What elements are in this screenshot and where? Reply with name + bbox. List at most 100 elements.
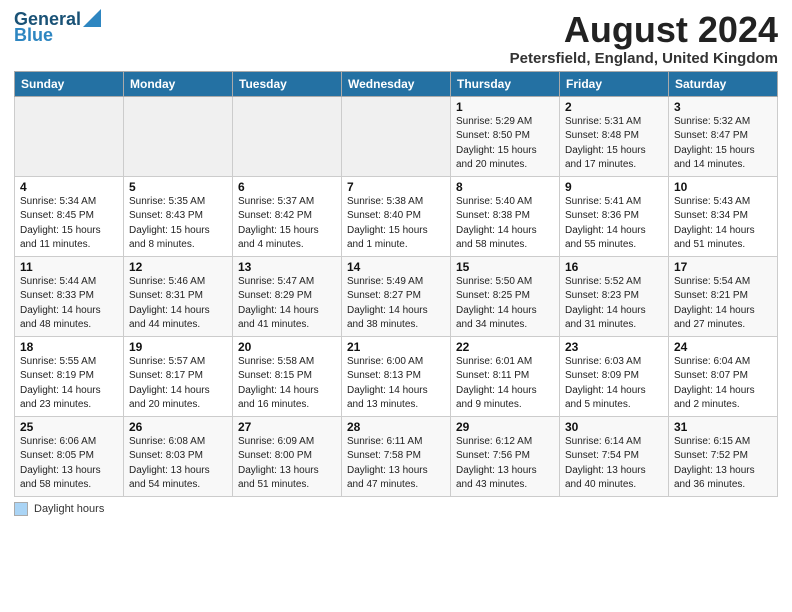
day-number: 10 <box>674 180 772 194</box>
day-number: 15 <box>456 260 554 274</box>
calendar-week-5: 25Sunrise: 6:06 AM Sunset: 8:05 PM Dayli… <box>15 416 778 496</box>
day-info: Sunrise: 5:50 AM Sunset: 8:25 PM Dayligh… <box>456 275 554 333</box>
day-info: Sunrise: 6:11 AM Sunset: 7:58 PM Dayligh… <box>347 435 445 493</box>
calendar-cell: 24Sunrise: 6:04 AM Sunset: 8:07 PM Dayli… <box>669 336 778 416</box>
calendar-cell <box>233 96 342 176</box>
logo-arrow-icon <box>83 9 101 27</box>
calendar-cell: 26Sunrise: 6:08 AM Sunset: 8:03 PM Dayli… <box>124 416 233 496</box>
day-info: Sunrise: 5:29 AM Sunset: 8:50 PM Dayligh… <box>456 115 554 173</box>
day-info: Sunrise: 5:58 AM Sunset: 8:15 PM Dayligh… <box>238 355 336 413</box>
calendar-week-1: 1Sunrise: 5:29 AM Sunset: 8:50 PM Daylig… <box>15 96 778 176</box>
calendar-cell: 8Sunrise: 5:40 AM Sunset: 8:38 PM Daylig… <box>451 176 560 256</box>
calendar-cell: 4Sunrise: 5:34 AM Sunset: 8:45 PM Daylig… <box>15 176 124 256</box>
day-number: 12 <box>129 260 227 274</box>
day-number: 24 <box>674 340 772 354</box>
calendar-cell <box>15 96 124 176</box>
day-number: 30 <box>565 420 663 434</box>
calendar: Sunday Monday Tuesday Wednesday Thursday… <box>14 71 778 497</box>
col-thursday: Thursday <box>451 71 560 96</box>
day-number: 20 <box>238 340 336 354</box>
day-info: Sunrise: 5:57 AM Sunset: 8:17 PM Dayligh… <box>129 355 227 413</box>
calendar-header-row: Sunday Monday Tuesday Wednesday Thursday… <box>15 71 778 96</box>
day-info: Sunrise: 6:09 AM Sunset: 8:00 PM Dayligh… <box>238 435 336 493</box>
day-info: Sunrise: 6:12 AM Sunset: 7:56 PM Dayligh… <box>456 435 554 493</box>
calendar-week-4: 18Sunrise: 5:55 AM Sunset: 8:19 PM Dayli… <box>15 336 778 416</box>
calendar-cell: 3Sunrise: 5:32 AM Sunset: 8:47 PM Daylig… <box>669 96 778 176</box>
day-number: 4 <box>20 180 118 194</box>
day-info: Sunrise: 5:35 AM Sunset: 8:43 PM Dayligh… <box>129 195 227 253</box>
day-number: 14 <box>347 260 445 274</box>
day-number: 21 <box>347 340 445 354</box>
day-info: Sunrise: 5:49 AM Sunset: 8:27 PM Dayligh… <box>347 275 445 333</box>
calendar-cell: 19Sunrise: 5:57 AM Sunset: 8:17 PM Dayli… <box>124 336 233 416</box>
day-number: 9 <box>565 180 663 194</box>
calendar-cell: 2Sunrise: 5:31 AM Sunset: 8:48 PM Daylig… <box>560 96 669 176</box>
day-number: 5 <box>129 180 227 194</box>
calendar-cell: 27Sunrise: 6:09 AM Sunset: 8:00 PM Dayli… <box>233 416 342 496</box>
day-info: Sunrise: 5:46 AM Sunset: 8:31 PM Dayligh… <box>129 275 227 333</box>
calendar-cell: 17Sunrise: 5:54 AM Sunset: 8:21 PM Dayli… <box>669 256 778 336</box>
calendar-cell: 22Sunrise: 6:01 AM Sunset: 8:11 PM Dayli… <box>451 336 560 416</box>
calendar-cell: 16Sunrise: 5:52 AM Sunset: 8:23 PM Dayli… <box>560 256 669 336</box>
footer: Daylight hours <box>14 502 778 516</box>
col-sunday: Sunday <box>15 71 124 96</box>
calendar-cell: 30Sunrise: 6:14 AM Sunset: 7:54 PM Dayli… <box>560 416 669 496</box>
day-info: Sunrise: 5:52 AM Sunset: 8:23 PM Dayligh… <box>565 275 663 333</box>
legend-color-box <box>14 502 28 516</box>
day-number: 17 <box>674 260 772 274</box>
calendar-cell: 6Sunrise: 5:37 AM Sunset: 8:42 PM Daylig… <box>233 176 342 256</box>
day-info: Sunrise: 5:47 AM Sunset: 8:29 PM Dayligh… <box>238 275 336 333</box>
day-number: 19 <box>129 340 227 354</box>
day-number: 11 <box>20 260 118 274</box>
calendar-week-3: 11Sunrise: 5:44 AM Sunset: 8:33 PM Dayli… <box>15 256 778 336</box>
calendar-cell: 21Sunrise: 6:00 AM Sunset: 8:13 PM Dayli… <box>342 336 451 416</box>
calendar-cell: 14Sunrise: 5:49 AM Sunset: 8:27 PM Dayli… <box>342 256 451 336</box>
calendar-cell: 20Sunrise: 5:58 AM Sunset: 8:15 PM Dayli… <box>233 336 342 416</box>
calendar-cell: 29Sunrise: 6:12 AM Sunset: 7:56 PM Dayli… <box>451 416 560 496</box>
day-info: Sunrise: 5:37 AM Sunset: 8:42 PM Dayligh… <box>238 195 336 253</box>
day-number: 25 <box>20 420 118 434</box>
col-monday: Monday <box>124 71 233 96</box>
day-info: Sunrise: 5:31 AM Sunset: 8:48 PM Dayligh… <box>565 115 663 173</box>
title-area: August 2024 Petersfield, England, United… <box>510 10 778 67</box>
page: General Blue August 2024 Petersfield, En… <box>0 0 792 612</box>
day-info: Sunrise: 5:34 AM Sunset: 8:45 PM Dayligh… <box>20 195 118 253</box>
day-info: Sunrise: 6:15 AM Sunset: 7:52 PM Dayligh… <box>674 435 772 493</box>
calendar-cell: 11Sunrise: 5:44 AM Sunset: 8:33 PM Dayli… <box>15 256 124 336</box>
day-info: Sunrise: 5:54 AM Sunset: 8:21 PM Dayligh… <box>674 275 772 333</box>
day-number: 8 <box>456 180 554 194</box>
legend-label: Daylight hours <box>34 503 104 515</box>
day-number: 31 <box>674 420 772 434</box>
calendar-cell <box>342 96 451 176</box>
logo: General Blue <box>14 10 101 46</box>
subtitle: Petersfield, England, United Kingdom <box>510 50 778 67</box>
day-info: Sunrise: 6:03 AM Sunset: 8:09 PM Dayligh… <box>565 355 663 413</box>
day-number: 1 <box>456 100 554 114</box>
calendar-cell: 18Sunrise: 5:55 AM Sunset: 8:19 PM Dayli… <box>15 336 124 416</box>
calendar-cell: 5Sunrise: 5:35 AM Sunset: 8:43 PM Daylig… <box>124 176 233 256</box>
col-friday: Friday <box>560 71 669 96</box>
day-info: Sunrise: 5:40 AM Sunset: 8:38 PM Dayligh… <box>456 195 554 253</box>
day-info: Sunrise: 6:00 AM Sunset: 8:13 PM Dayligh… <box>347 355 445 413</box>
day-number: 6 <box>238 180 336 194</box>
day-number: 2 <box>565 100 663 114</box>
day-number: 23 <box>565 340 663 354</box>
day-info: Sunrise: 6:01 AM Sunset: 8:11 PM Dayligh… <box>456 355 554 413</box>
day-info: Sunrise: 5:44 AM Sunset: 8:33 PM Dayligh… <box>20 275 118 333</box>
day-number: 13 <box>238 260 336 274</box>
day-info: Sunrise: 6:04 AM Sunset: 8:07 PM Dayligh… <box>674 355 772 413</box>
day-info: Sunrise: 5:43 AM Sunset: 8:34 PM Dayligh… <box>674 195 772 253</box>
calendar-cell: 10Sunrise: 5:43 AM Sunset: 8:34 PM Dayli… <box>669 176 778 256</box>
day-info: Sunrise: 5:38 AM Sunset: 8:40 PM Dayligh… <box>347 195 445 253</box>
day-info: Sunrise: 5:32 AM Sunset: 8:47 PM Dayligh… <box>674 115 772 173</box>
header: General Blue August 2024 Petersfield, En… <box>14 10 778 67</box>
calendar-cell: 1Sunrise: 5:29 AM Sunset: 8:50 PM Daylig… <box>451 96 560 176</box>
day-number: 26 <box>129 420 227 434</box>
day-info: Sunrise: 5:41 AM Sunset: 8:36 PM Dayligh… <box>565 195 663 253</box>
day-number: 22 <box>456 340 554 354</box>
day-info: Sunrise: 6:06 AM Sunset: 8:05 PM Dayligh… <box>20 435 118 493</box>
calendar-cell: 31Sunrise: 6:15 AM Sunset: 7:52 PM Dayli… <box>669 416 778 496</box>
day-number: 18 <box>20 340 118 354</box>
calendar-cell: 9Sunrise: 5:41 AM Sunset: 8:36 PM Daylig… <box>560 176 669 256</box>
calendar-cell: 23Sunrise: 6:03 AM Sunset: 8:09 PM Dayli… <box>560 336 669 416</box>
